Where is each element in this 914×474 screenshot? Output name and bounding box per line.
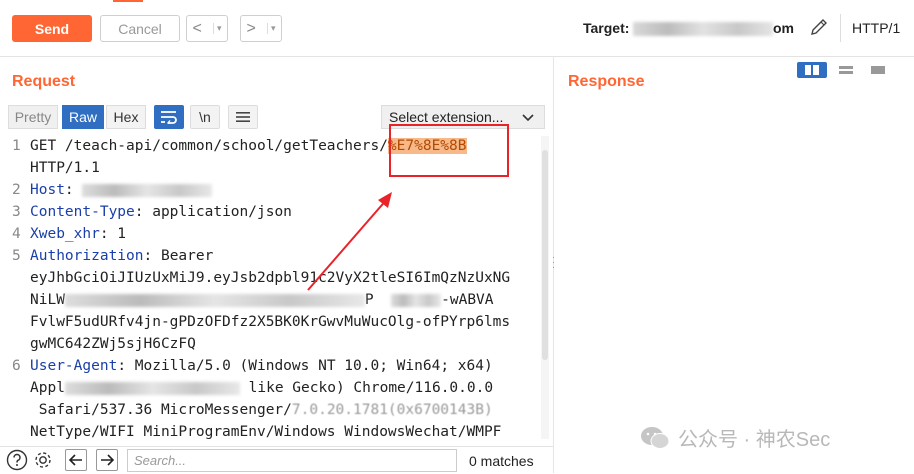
line-number: 4 [12,226,21,242]
chevron-down-icon[interactable]: ▾ [266,23,275,34]
forward-arrow-icon: > [246,19,256,37]
ua-fragment: Safari/537.36 MicroMessenger/ [30,402,292,418]
user-agent-line[interactable]: Appl like Gecko) Chrome/116.0.0.0 [30,380,493,396]
rows-icon [839,66,853,74]
hamburger-menu-icon [236,112,250,122]
select-extension-label: Select extension... [389,109,504,125]
response-panel-title: Response [568,73,645,90]
send-button[interactable]: Send [12,15,92,42]
annotation-arrow [307,192,392,291]
watermark: 公众号 · 神农Sec [640,423,830,452]
chevron-down-icon [522,114,534,122]
tab-raw[interactable]: Raw [62,105,104,129]
header-name: User-Agent [30,358,118,374]
header-line-user-agent[interactable]: User-Agent: Mozilla/5.0 (Windows NT 10.0… [30,358,493,374]
active-tab-indicator [113,0,143,2]
token-line[interactable]: gwMC642ZWj5sjH6CzFQ [30,336,196,352]
user-agent-line[interactable]: Safari/537.36 MicroMessenger/7.0.20.1781… [30,402,493,418]
redacted-host [82,183,213,197]
line-number: 5 [12,248,21,264]
header-line-host[interactable]: Host: [30,182,213,198]
redacted-ua [64,381,240,395]
tab-hex[interactable]: Hex [106,105,146,129]
arrow-left-icon [68,454,82,466]
header-value: : Bearer [143,248,214,264]
watermark-text: 公众号 · 神农Sec [678,429,831,451]
wrap-lines-icon [161,111,177,124]
toolbar-divider [840,14,841,42]
request-line[interactable]: HTTP/1.1 [30,160,100,176]
redacted-token [64,293,365,307]
layout-single-button[interactable] [863,62,893,78]
cancel-button[interactable]: Cancel [100,15,180,42]
show-newlines-button[interactable]: \n [190,105,220,129]
redacted-token [391,293,442,307]
single-pane-icon [871,66,885,74]
gear-icon [35,452,51,468]
editor-menu-button[interactable] [228,105,258,129]
editor-scrollbar-thumb[interactable] [542,150,548,360]
header-name: Authorization [30,248,144,264]
back-arrow-icon: < [192,19,202,37]
help-icon [6,449,28,471]
search-match-count: 0 matches [469,453,534,469]
token-line[interactable]: FvlwF5udURfv4jn-gPDzOFDfz2X5BK0KrGwvMuWu… [30,314,510,330]
layout-top-bottom-button[interactable] [831,62,861,78]
ua-fragment-blurred: 7.0.20.1781(0x6700143B) [291,402,493,418]
request-panel-title: Request [12,73,76,90]
line-number: 2 [12,182,21,198]
target-label: Target: [583,20,630,36]
token-fragment: -wABVA [441,292,494,308]
settings-button[interactable] [32,449,54,471]
header-line-content-type[interactable]: Content-Type: application/json [30,204,292,220]
line-number: 6 [12,358,21,374]
request-editor[interactable]: 1 GET /teach-api/common/school/getTeache… [0,136,553,441]
columns-icon [805,65,819,75]
target-host-suffix[interactable]: om [773,20,794,36]
header-value: : Mozilla/5.0 (Windows NT 10.0; Win64; x… [117,358,493,374]
chevron-down-icon[interactable]: ▾ [212,23,221,34]
header-name: Xweb_xhr [30,226,100,242]
ua-fragment: like Gecko) Chrome/116.0.0.0 [239,380,494,396]
header-line-authorization[interactable]: Authorization: Bearer [30,248,213,264]
search-previous-button[interactable] [65,449,87,471]
help-button[interactable] [6,449,28,471]
history-back-button[interactable]: < ▾ [186,15,228,42]
header-name: Content-Type [30,204,135,220]
token-line[interactable]: eyJhbGciOiJIUzUxMiJ9.eyJsb2dpbl91c2VyX2t… [30,270,510,286]
user-agent-line[interactable]: NetType/WIFI MiniProgramEnv/Windows Wind… [30,424,501,440]
line-number: 3 [12,204,21,220]
search-input[interactable] [127,449,457,472]
token-fragment: NiLW [30,292,65,308]
wechat-logo-icon [641,426,670,449]
history-forward-button[interactable]: > ▾ [240,15,282,42]
layout-side-by-side-button[interactable] [797,62,827,78]
request-path: GET /teach-api/common/school/getTeachers… [30,138,388,154]
annotation-highlight-box [389,124,509,177]
header-value: : [64,182,74,198]
ua-fragment: Appl [30,380,65,396]
line-number: 1 [12,138,21,154]
header-value: : application/json [134,204,292,220]
token-line[interactable]: NiLW P -wABVA [30,292,494,308]
http-version-selector[interactable]: HTTP/1 [852,20,900,36]
layout-toggle-group [797,62,897,80]
header-line-xweb-xhr[interactable]: Xweb_xhr: 1 [30,226,126,242]
search-next-button[interactable] [96,449,118,471]
target-host-redacted[interactable] [633,22,773,36]
pencil-icon[interactable] [808,16,830,38]
tab-pretty[interactable]: Pretty [8,105,58,129]
word-wrap-button[interactable] [154,105,184,129]
header-value: : 1 [99,226,127,242]
header-name: Host [30,182,65,198]
arrow-right-icon [101,454,115,466]
